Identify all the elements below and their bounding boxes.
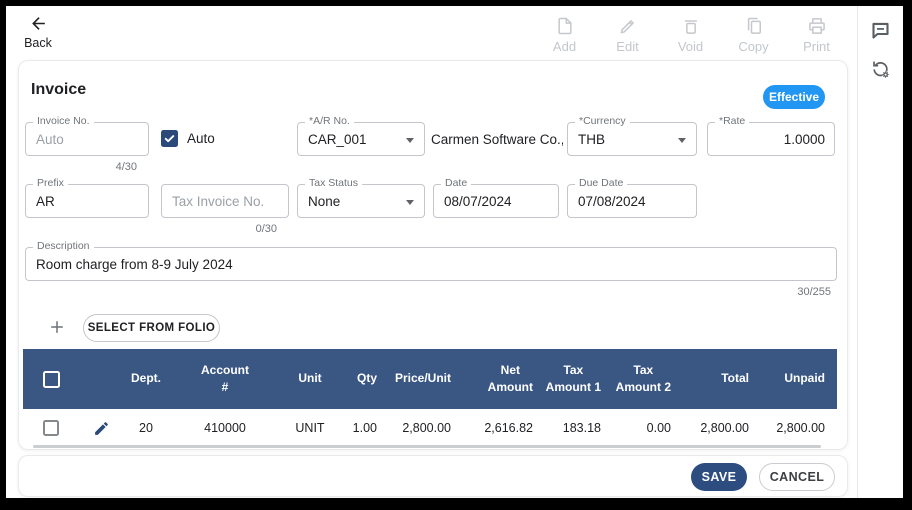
due-date-field[interactable]: Due Date 07/08/2024: [567, 177, 697, 218]
row-checkbox[interactable]: [43, 420, 59, 436]
row-qty: 1.00: [352, 421, 377, 435]
dept-column-header: Dept.: [131, 371, 161, 386]
tax-amount-2-column-header: Tax Amount 2: [615, 362, 671, 394]
chevron-down-icon: [406, 200, 414, 205]
invoice-form-card: Invoice Effective Invoice No. Auto 4/30 …: [18, 60, 848, 450]
page-title: Invoice: [31, 81, 87, 98]
void-label: Void: [677, 39, 704, 54]
currency-select[interactable]: *Currency THB: [567, 115, 697, 156]
account-column-header: Account #: [201, 362, 249, 394]
tax-invoice-no-counter: 0/30: [255, 223, 277, 235]
chevron-down-icon: [678, 138, 686, 143]
rate-value: 1.0000: [783, 131, 825, 147]
description-value: Room charge from 8-9 July 2024: [36, 256, 233, 272]
toolbar-actions: Add Edit Void Copy Print: [533, 16, 848, 62]
ar-no-select[interactable]: *A/R No. CAR_001: [297, 115, 425, 156]
copy-label: Copy: [738, 39, 769, 54]
select-all-checkbox[interactable]: [42, 370, 60, 388]
add-line-button[interactable]: [46, 316, 68, 338]
ar-no-value: CAR_001: [308, 131, 367, 147]
prefix-field[interactable]: Prefix AR: [25, 177, 149, 218]
row-account: 410000: [204, 421, 246, 435]
comments-button[interactable]: [869, 18, 893, 42]
edit-column-header: [79, 349, 123, 409]
tax-invoice-no-field[interactable]: Tax Invoice No.: [161, 184, 289, 218]
row-price-unit: 2,800.00: [402, 421, 451, 435]
row-edit-button[interactable]: [79, 420, 123, 437]
right-rail: [857, 6, 903, 498]
print-button[interactable]: Print: [785, 16, 848, 62]
qty-column-header: Qty: [356, 371, 377, 386]
history-settings-button[interactable]: [869, 57, 893, 81]
back-label: Back: [24, 36, 52, 50]
status-badge: Effective: [763, 85, 825, 109]
checkmark-icon: [164, 135, 175, 143]
description-counter: 30/255: [797, 286, 831, 298]
void-button[interactable]: Void: [659, 16, 722, 62]
row-tax-amount-2: 0.00: [646, 421, 671, 435]
unpaid-column-header: Unpaid: [784, 371, 825, 386]
invoice-no-value: Auto: [36, 131, 64, 147]
price-unit-column-header: Price/Unit: [394, 371, 451, 386]
add-label: Add: [552, 39, 577, 54]
copy-icon: [747, 17, 761, 34]
row-tax-amount-1: 183.18: [562, 421, 601, 435]
prefix-value: AR: [36, 193, 55, 209]
date-field[interactable]: Date 08/07/2024: [433, 177, 559, 218]
row-unpaid: 2,800.00: [776, 421, 825, 435]
row-net-amount: 2,616.82: [484, 421, 533, 435]
save-button[interactable]: SAVE: [691, 463, 747, 491]
plus-icon: [51, 321, 63, 333]
tax-status-value: None: [308, 193, 341, 209]
invoice-no-counter: 4/30: [115, 161, 137, 173]
edit-button[interactable]: Edit: [596, 16, 659, 62]
select-from-folio-button[interactable]: SELECT FROM FOLIO: [83, 314, 220, 342]
auto-checkbox-label: Auto: [187, 131, 215, 146]
edit-pencil-icon: [94, 421, 108, 435]
row-unit: UNIT: [295, 421, 325, 435]
currency-value: THB: [578, 131, 605, 147]
edit-label: Edit: [616, 39, 639, 54]
cancel-button[interactable]: CANCEL: [759, 463, 835, 491]
footer-bar: SAVE CANCEL: [18, 455, 848, 497]
table-row: 20 410000 UNIT 1.00 2,800.00 2,616.82 18…: [23, 409, 837, 447]
tax-invoice-no-placeholder: Tax Invoice No.: [172, 193, 265, 209]
date-value: 08/07/2024: [444, 193, 512, 209]
horizontal-scrollbar[interactable]: [33, 445, 821, 448]
invoice-no-field[interactable]: Invoice No. Auto: [25, 115, 149, 156]
comment-icon: [872, 22, 889, 39]
total-column-header: Total: [721, 371, 749, 386]
row-total: 2,800.00: [700, 421, 749, 435]
print-icon: [808, 18, 825, 34]
chevron-down-icon: [406, 138, 414, 143]
description-field[interactable]: Description Room charge from 8-9 July 20…: [25, 240, 837, 281]
back-arrow-icon: [31, 17, 45, 30]
add-document-icon: [557, 17, 572, 35]
add-button[interactable]: Add: [533, 16, 596, 62]
unit-column-header: Unit: [298, 371, 322, 386]
rate-field[interactable]: *Rate 1.0000: [707, 115, 835, 156]
tax-amount-1-column-header: Tax Amount 1: [545, 362, 601, 394]
row-dept: 20: [139, 421, 153, 435]
void-trash-icon: [684, 20, 697, 34]
back-button[interactable]: Back: [18, 14, 58, 50]
ar-customer-name: Carmen Software Co.,L: [431, 131, 563, 147]
row-select-cell: [23, 420, 79, 436]
invoice-lines-table: Dept. Account # Unit Qty Price/Unit Net …: [23, 349, 837, 447]
print-label: Print: [803, 39, 830, 54]
tax-status-select[interactable]: Tax Status None: [297, 177, 425, 218]
auto-checkbox[interactable]: [161, 130, 178, 147]
edit-pencil-icon: [620, 20, 634, 34]
net-amount-column-header: Net Amount: [487, 362, 533, 394]
copy-button[interactable]: Copy: [722, 16, 785, 62]
due-date-value: 07/08/2024: [578, 193, 646, 209]
table-header: Dept. Account # Unit Qty Price/Unit Net …: [23, 349, 837, 409]
app-window: Back Add Edit Void Copy Print Invoice Ef…: [6, 6, 903, 498]
history-settings-icon: [873, 60, 889, 78]
select-all-cell: [23, 349, 79, 409]
